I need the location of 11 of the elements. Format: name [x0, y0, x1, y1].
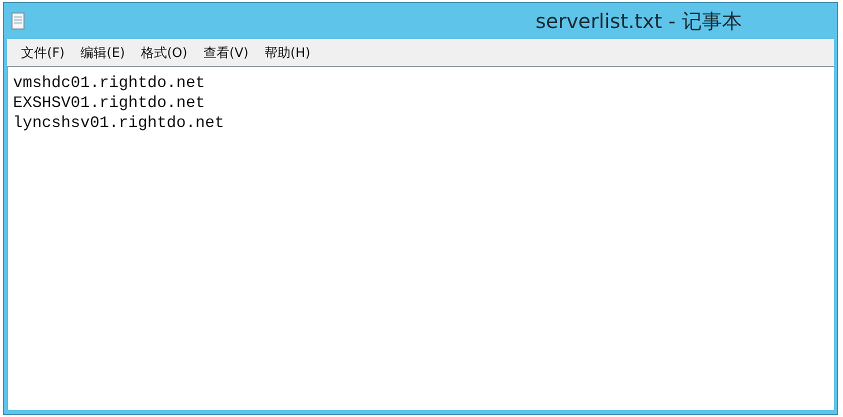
menu-item[interactable]: 格式(O): [134, 42, 194, 64]
text-line: vmshdc01.rightdo.net: [13, 73, 206, 93]
text-line: EXSHSV01.rightdo.net: [13, 93, 206, 113]
text-line: lyncshsv01.rightdo.net: [13, 113, 224, 133]
menu-item[interactable]: 查看(V): [197, 42, 254, 64]
window-title: serverlist.txt - 记事本: [536, 8, 742, 34]
menu-item[interactable]: 帮助(H): [258, 42, 316, 64]
text-area[interactable]: vmshdc01.rightdo.net EXSHSV01.rightdo.net lyncshsv01.rightdo.net: [7, 67, 834, 410]
menu-item[interactable]: 编辑(E): [74, 42, 131, 64]
notepad-icon: [11, 12, 25, 30]
menu-item[interactable]: 文件(F): [15, 42, 71, 64]
